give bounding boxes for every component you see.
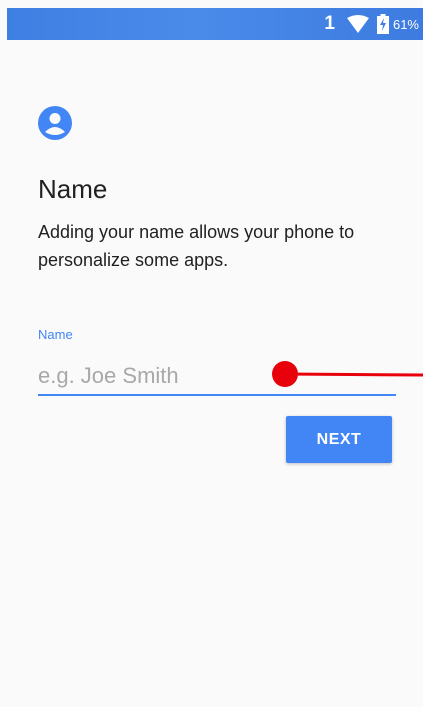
- page-title: Name: [38, 174, 108, 204]
- battery-charging-icon: [376, 14, 389, 34]
- page-description: Adding your name allows your phone to pe…: [38, 222, 355, 270]
- pointer-line: [284, 372, 423, 377]
- account-circle-icon: [38, 106, 72, 140]
- name-field-label: Name: [38, 327, 73, 342]
- sim-indicator: 1: [324, 13, 335, 34]
- pointer-annotation: [272, 361, 423, 387]
- battery-percent: 61%: [392, 16, 419, 32]
- next-button[interactable]: NEXT: [286, 416, 392, 463]
- status-bar: 1 61%: [7, 8, 423, 40]
- wifi-icon: [346, 15, 369, 33]
